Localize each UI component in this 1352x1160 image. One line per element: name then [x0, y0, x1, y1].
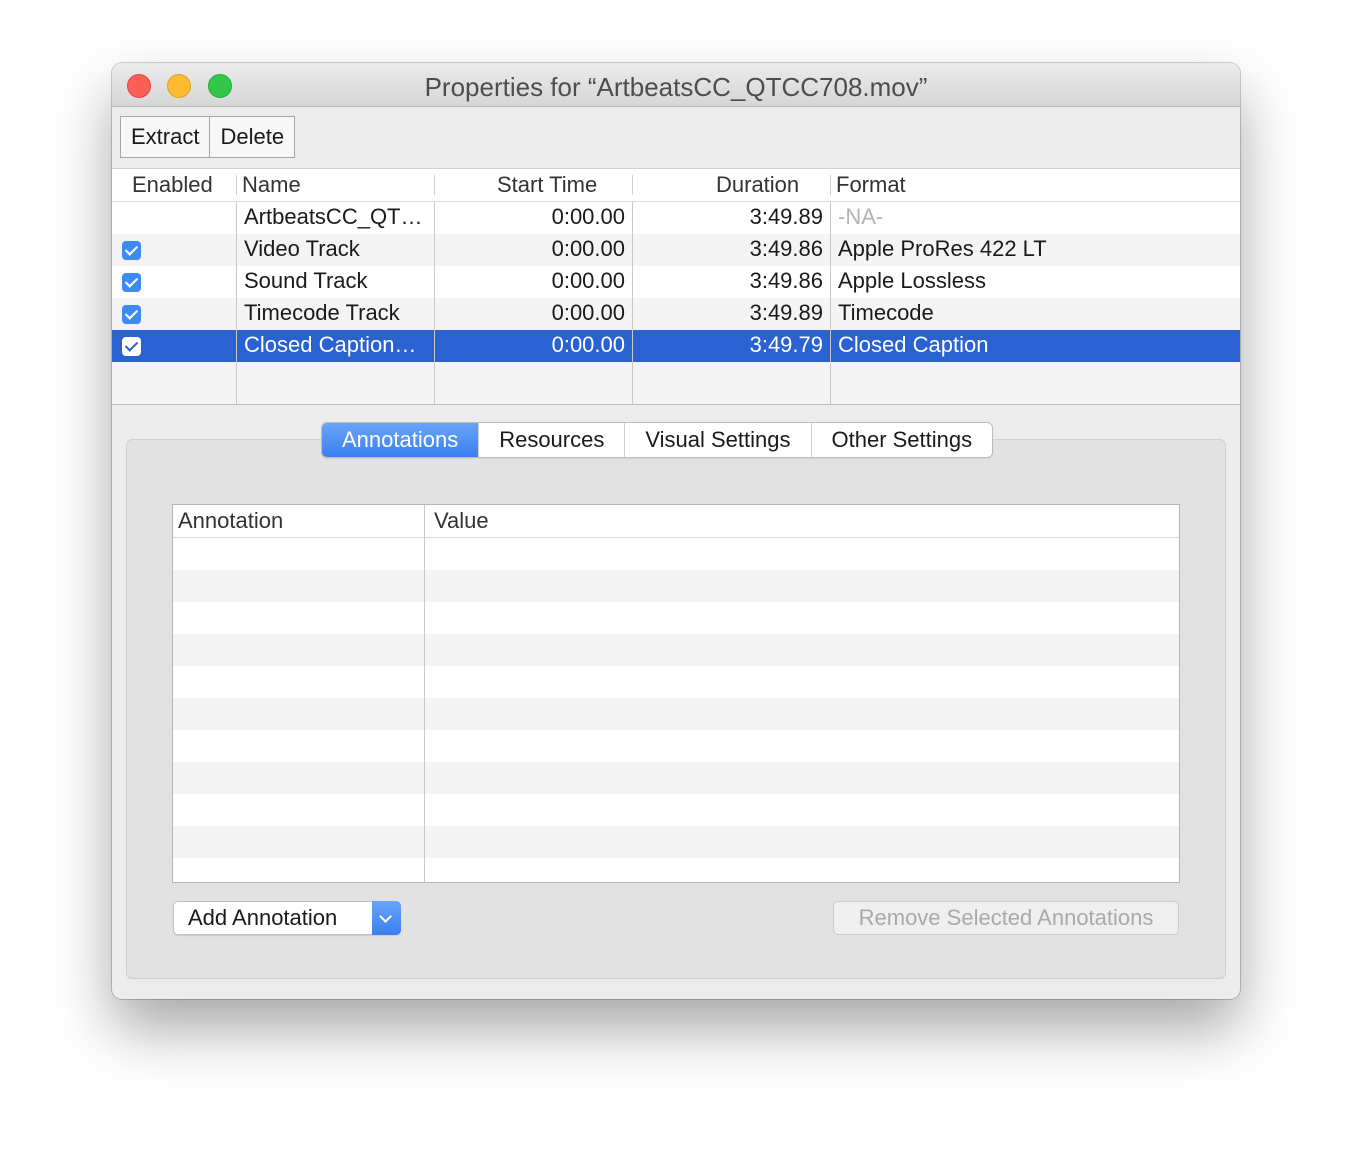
delete-button[interactable]: Delete	[209, 117, 294, 157]
enabled-checkbox[interactable]	[122, 241, 141, 260]
table-row[interactable]: Timecode Track 0:00.00 3:49.89 Timecode	[112, 298, 1240, 330]
enabled-checkbox[interactable]	[122, 273, 141, 292]
track-format: Apple Lossless	[838, 268, 986, 293]
column-divider	[434, 202, 435, 404]
empty-row	[173, 666, 1179, 698]
chevron-down-icon[interactable]	[372, 901, 401, 935]
tab-annotations[interactable]: Annotations	[322, 423, 479, 457]
column-divider	[236, 202, 237, 404]
track-format: Closed Caption	[838, 332, 989, 357]
tab-resources[interactable]: Resources	[478, 423, 624, 457]
track-name: ArtbeatsCC_QT…	[244, 204, 423, 229]
empty-row	[112, 362, 1240, 404]
empty-row	[173, 634, 1179, 666]
track-duration: 3:49.89	[749, 204, 823, 229]
track-start-time: 0:00.00	[551, 332, 625, 357]
properties-window: Properties for “ArtbeatsCC_QTCC708.mov” …	[112, 63, 1240, 999]
track-format: Apple ProRes 422 LT	[838, 236, 1047, 261]
table-row[interactable]: Sound Track 0:00.00 3:49.86 Apple Lossle…	[112, 266, 1240, 298]
track-name: Timecode Track	[244, 300, 400, 325]
empty-row	[173, 794, 1179, 826]
settings-tabs: Annotations Resources Visual Settings Ot…	[321, 422, 994, 458]
empty-row	[173, 538, 1179, 570]
add-annotation-popup-button[interactable]: Add Annotation	[173, 901, 401, 935]
track-start-time: 0:00.00	[551, 236, 625, 261]
tracks-table-header: Enabled Name Start Time Duration Format	[112, 169, 1240, 202]
track-duration: 3:49.86	[749, 236, 823, 261]
empty-row	[173, 858, 1179, 882]
track-name: Video Track	[244, 236, 360, 261]
track-name: Sound Track	[244, 268, 368, 293]
annotations-table: Annotation Value	[172, 504, 1180, 883]
table-row-selected[interactable]: Closed Caption… 0:00.00 3:49.79 Closed C…	[112, 330, 1240, 362]
column-header-annotation[interactable]: Annotation	[178, 508, 283, 534]
track-name: Closed Caption…	[244, 332, 417, 357]
table-row[interactable]: ArtbeatsCC_QT… 0:00.00 3:49.89 -NA-	[112, 202, 1240, 234]
column-header-format[interactable]: Format	[836, 172, 906, 198]
column-header-name[interactable]: Name	[242, 172, 301, 198]
empty-row	[173, 762, 1179, 794]
empty-row	[173, 698, 1179, 730]
track-duration: 3:49.89	[749, 300, 823, 325]
window-title: Properties for “ArtbeatsCC_QTCC708.mov”	[424, 72, 928, 102]
enabled-checkbox[interactable]	[122, 337, 141, 356]
add-annotation-label: Add Annotation	[188, 905, 338, 930]
column-header-enabled[interactable]: Enabled	[132, 172, 213, 198]
enabled-checkbox[interactable]	[122, 305, 141, 324]
empty-row	[173, 570, 1179, 602]
column-divider	[632, 202, 633, 404]
track-format: -NA-	[838, 204, 884, 229]
empty-row	[173, 602, 1179, 634]
empty-row	[173, 826, 1179, 858]
track-format: Timecode	[838, 300, 934, 325]
track-duration: 3:49.86	[749, 268, 823, 293]
extract-button[interactable]: Extract	[121, 117, 209, 157]
column-header-duration[interactable]: Duration	[716, 172, 799, 198]
remove-selected-annotations-button[interactable]: Remove Selected Annotations	[833, 901, 1179, 935]
toolbar: Extract Delete	[112, 107, 1240, 169]
annotations-table-header: Annotation Value	[173, 505, 1179, 538]
tab-other-settings[interactable]: Other Settings	[810, 423, 993, 457]
column-header-start-time[interactable]: Start Time	[497, 172, 597, 198]
empty-row	[173, 730, 1179, 762]
column-divider	[830, 202, 831, 404]
track-start-time: 0:00.00	[551, 268, 625, 293]
column-divider	[424, 505, 425, 882]
title-bar[interactable]: Properties for “ArtbeatsCC_QTCC708.mov”	[112, 63, 1240, 107]
track-action-buttons: Extract Delete	[120, 116, 296, 158]
track-duration: 3:49.79	[749, 332, 823, 357]
table-row[interactable]: Video Track 0:00.00 3:49.86 Apple ProRes…	[112, 234, 1240, 266]
column-header-value[interactable]: Value	[434, 508, 489, 534]
tab-visual-settings[interactable]: Visual Settings	[624, 423, 810, 457]
track-start-time: 0:00.00	[551, 300, 625, 325]
track-start-time: 0:00.00	[551, 204, 625, 229]
tracks-table: Enabled Name Start Time Duration Format …	[112, 169, 1240, 405]
